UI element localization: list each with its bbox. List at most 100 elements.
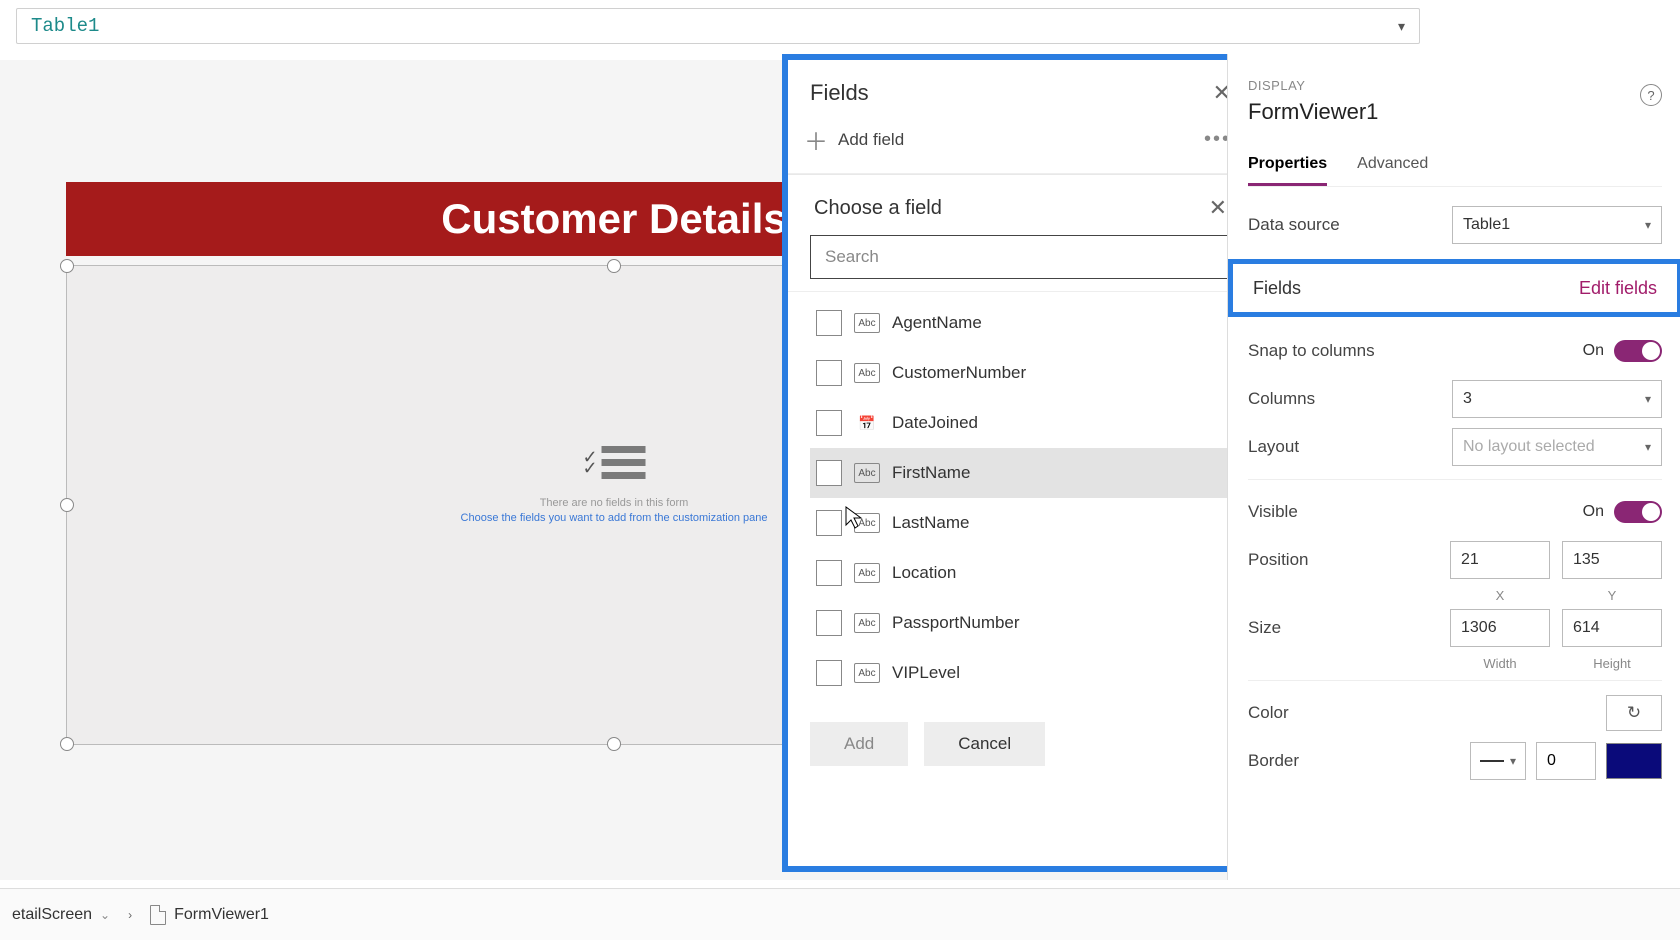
field-item[interactable]: AbcAgentName [810,298,1231,348]
edit-fields-link[interactable]: Edit fields [1579,278,1657,299]
resize-handle-bc[interactable] [607,737,621,751]
field-name: DateJoined [892,413,978,433]
visible-toggle[interactable] [1614,501,1662,523]
fields-panel-header: Fields ✕ [788,60,1253,114]
choose-actions: Add Cancel [788,698,1253,790]
control-name: FormViewer1 [1248,99,1662,125]
resize-handle-tl[interactable] [60,259,74,273]
size-w-input[interactable] [1450,609,1550,647]
checkbox[interactable] [816,560,842,586]
prop-visible: Visible On [1248,488,1662,536]
field-item[interactable]: AbcPassportNumber [810,598,1231,648]
file-icon [150,905,166,925]
field-item[interactable]: AbcLocation [810,548,1231,598]
chevron-down-icon: ▾ [1645,392,1651,406]
position-y-input[interactable] [1562,541,1662,579]
columns-label: Columns [1248,389,1315,409]
help-icon[interactable]: ? [1640,84,1662,106]
field-name: VIPLevel [892,663,960,683]
color-reset-button[interactable]: ↻ [1606,695,1662,731]
prop-columns: Columns 3 ▾ [1248,375,1662,423]
resize-handle-tc[interactable] [607,259,621,273]
checkbox[interactable] [816,460,842,486]
add-field-button[interactable]: ＋ Add field [804,122,904,157]
field-item[interactable]: 📅 DateJoined [810,398,1231,448]
prop-border: Border ▾ [1248,737,1662,785]
crumb-screen-label: etailScreen [12,906,92,924]
prop-data-source: Data source Table1 ▾ [1248,201,1662,249]
crumb-control-label: FormViewer1 [174,906,269,924]
add-button[interactable]: Add [810,722,908,766]
field-list: AbcAgentNameAbcCustomerNumber📅DateJoined… [788,291,1253,698]
position-sublabels: X Y [1248,584,1662,604]
formula-text: Table1 [31,15,99,37]
cancel-button[interactable]: Cancel [924,722,1045,766]
checkbox[interactable] [816,510,842,536]
color-label: Color [1248,703,1289,723]
checkbox[interactable] [816,660,842,686]
chevron-down-icon: ⌄ [100,908,110,922]
columns-select[interactable]: 3 ▾ [1452,380,1662,418]
layout-select[interactable]: No layout selected ▾ [1452,428,1662,466]
checkbox[interactable] [816,360,842,386]
tab-properties[interactable]: Properties [1248,147,1327,186]
field-name: AgentName [892,313,982,333]
chevron-down-icon: ▾ [1645,218,1651,232]
visible-value: On [1583,503,1604,521]
empty-state: ✓✓ There are no fields in this form Choo… [461,446,768,524]
field-name: CustomerNumber [892,363,1026,383]
border-style-select[interactable]: ▾ [1470,742,1526,780]
chevron-down-icon[interactable]: ▾ [1398,18,1405,35]
border-label: Border [1248,751,1299,771]
prop-position: Position [1248,536,1662,584]
w-label: Width [1450,656,1550,671]
border-width-input[interactable] [1536,742,1596,780]
tab-advanced[interactable]: Advanced [1357,147,1428,186]
field-item[interactable]: AbcLastName [810,498,1231,548]
crumb-control[interactable]: FormViewer1 [150,905,269,925]
data-source-label: Data source [1248,215,1340,235]
checklist-icon: ✓✓ [582,446,645,479]
calendar-icon: 📅 [854,413,880,433]
checkbox[interactable] [816,610,842,636]
snap-label: Snap to columns [1248,341,1375,361]
x-label: X [1450,588,1550,603]
position-label: Position [1248,550,1308,570]
snap-value: On [1583,342,1604,360]
columns-value: 3 [1463,390,1472,408]
close-choose-icon[interactable]: ✕ [1209,195,1227,221]
prop-layout: Layout No layout selected ▾ [1248,423,1662,471]
resize-handle-ml[interactable] [60,498,74,512]
border-color-swatch[interactable] [1606,743,1662,779]
snap-toggle[interactable] [1614,340,1662,362]
field-item[interactable]: AbcFirstName [810,448,1231,498]
prop-size: Size [1248,604,1662,652]
breadcrumb: etailScreen ⌄ › FormViewer1 [0,888,1680,940]
visible-label: Visible [1248,502,1298,522]
fields-panel: Fields ✕ ＋ Add field ••• Choose a field … [782,54,1259,872]
field-item[interactable]: AbcCustomerNumber [810,348,1231,398]
field-item[interactable]: AbcVIPLevel [810,648,1231,698]
empty-message-line2: Choose the fields you want to add from t… [461,512,768,524]
text-type-icon: Abc [854,513,880,533]
choose-field-panel: Choose a field ✕ AbcAgentNameAbcCustomer… [788,174,1253,790]
layout-value: No layout selected [1463,438,1595,456]
data-source-select[interactable]: Table1 ▾ [1452,206,1662,244]
add-field-label: Add field [838,130,904,150]
checkbox[interactable] [816,310,842,336]
resize-handle-bl[interactable] [60,737,74,751]
search-input[interactable] [810,235,1231,279]
fields-panel-title: Fields [810,80,869,106]
text-type-icon: Abc [854,463,880,483]
choose-field-title: Choose a field [814,197,942,220]
prop-fields-highlight: Fields Edit fields [1228,259,1680,317]
position-x-input[interactable] [1450,541,1550,579]
checkbox[interactable] [816,410,842,436]
crumb-screen[interactable]: etailScreen ⌄ [12,906,110,924]
size-h-input[interactable] [1562,609,1662,647]
size-sublabels: Width Height [1248,652,1662,672]
empty-message-line1: There are no fields in this form [461,497,768,509]
properties-tabs: Properties Advanced [1248,147,1662,187]
plus-icon: ＋ [804,122,828,157]
formula-bar[interactable]: Table1 ▾ [16,8,1420,44]
